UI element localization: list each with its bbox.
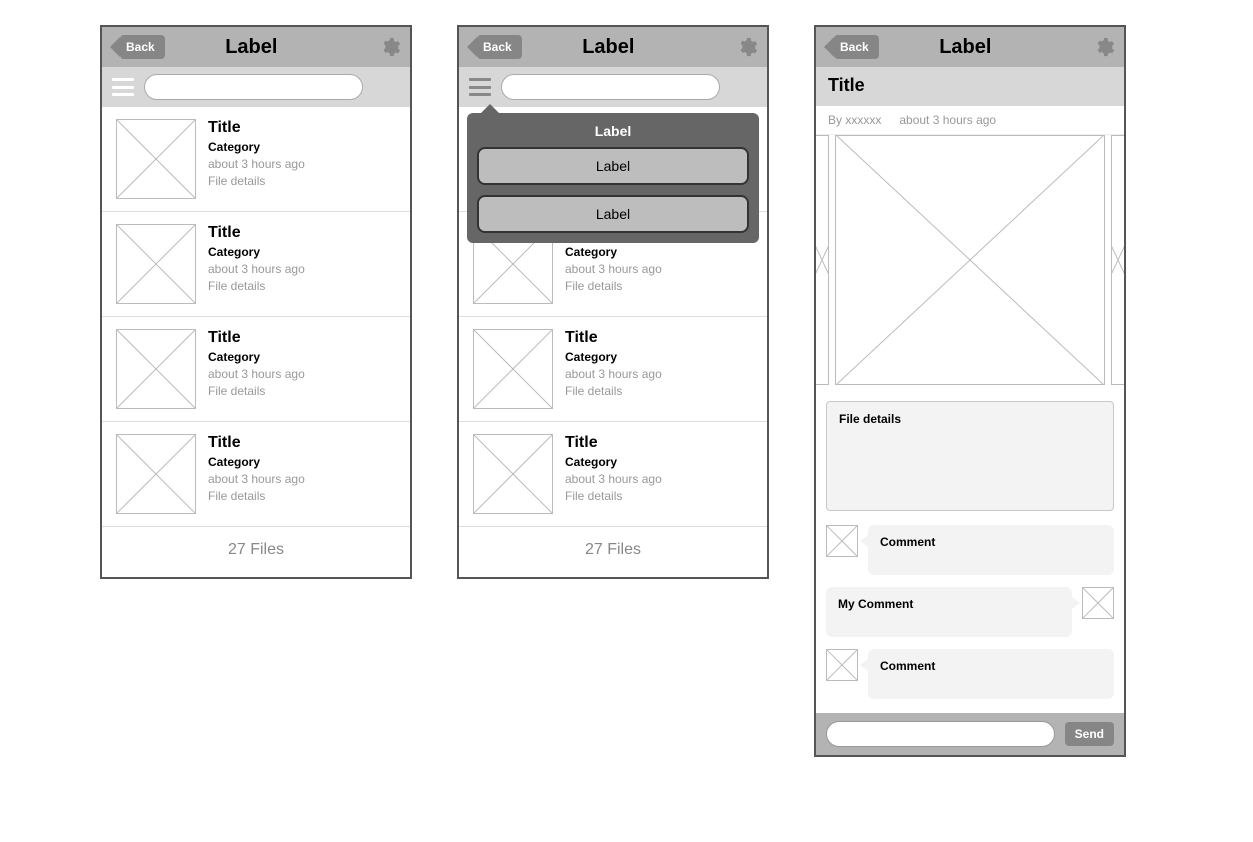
gear-icon[interactable] <box>1092 35 1116 59</box>
searchbar <box>459 67 767 107</box>
item-details: File details <box>565 279 662 293</box>
message-input[interactable] <box>826 721 1055 747</box>
item-time: about 3 hours ago <box>565 262 662 276</box>
topbar: Back Label <box>459 27 767 67</box>
item-time: about 3 hours ago <box>565 367 662 381</box>
carousel-next-peek-icon <box>1111 135 1124 385</box>
comment: Comment <box>816 521 1124 583</box>
item-category: Category <box>208 350 305 364</box>
item-details: File details <box>565 489 662 503</box>
item-time: about 3 hours ago <box>208 367 305 381</box>
avatar-icon <box>826 649 858 681</box>
search-input[interactable] <box>501 74 720 100</box>
list-item-body: Title Category about 3 hours ago File de… <box>208 224 305 304</box>
item-time: about 3 hours ago <box>208 472 305 486</box>
item-title: Title <box>565 434 662 452</box>
image-carousel[interactable] <box>816 135 1124 397</box>
comment-bubble: My Comment <box>826 587 1072 637</box>
hero-image-placeholder-icon <box>835 135 1105 385</box>
item-category: Category <box>565 350 662 364</box>
topbar: Back Label <box>102 27 410 67</box>
thumbnail-placeholder-icon <box>116 434 196 514</box>
item-title: Title <box>208 434 305 452</box>
item-title: Title <box>208 224 305 242</box>
item-details: File details <box>565 384 662 398</box>
detail-title: Title <box>816 67 1124 106</box>
frame-list-popover: Back Label Title Category about 3 hours … <box>457 25 769 579</box>
thumbnail-placeholder-icon <box>473 329 553 409</box>
file-details-box: File details <box>826 401 1114 511</box>
item-details: File details <box>208 384 305 398</box>
thumbnail-placeholder-icon <box>116 224 196 304</box>
back-button[interactable]: Back <box>120 35 165 59</box>
item-time: about 3 hours ago <box>208 157 305 171</box>
back-button[interactable]: Back <box>834 35 879 59</box>
list-item[interactable]: Title Category about 3 hours ago File de… <box>102 107 410 212</box>
list-item-body: Title Category about 3 hours ago File de… <box>208 329 305 409</box>
hamburger-icon[interactable] <box>469 78 491 96</box>
searchbar <box>102 67 410 107</box>
item-details: File details <box>208 279 305 293</box>
item-details: File details <box>208 489 305 503</box>
item-category: Category <box>208 140 305 154</box>
filter-popover: Label Label Label <box>467 113 759 243</box>
carousel-prev-peek-icon <box>816 135 829 385</box>
list-footer-count: 27 Files <box>459 527 767 577</box>
thumbnail-placeholder-icon <box>116 119 196 199</box>
popover-title: Label <box>477 123 749 139</box>
comment: Comment <box>816 645 1124 707</box>
avatar-icon <box>826 525 858 557</box>
item-details: File details <box>208 174 305 188</box>
comment-bubble: Comment <box>868 525 1114 575</box>
item-category: Category <box>565 455 662 469</box>
frame-list: Back Label Title Category about 3 hours … <box>100 25 412 579</box>
send-button[interactable]: Send <box>1065 722 1114 746</box>
search-field-wrap <box>501 74 757 100</box>
thumbnail-placeholder-icon <box>116 329 196 409</box>
list-footer-count: 27 Files <box>102 527 410 577</box>
search-input[interactable] <box>144 74 363 100</box>
item-time: about 3 hours ago <box>208 262 305 276</box>
list-item[interactable]: Title Category about 3 hours ago File de… <box>102 212 410 317</box>
item-category: Category <box>565 245 662 259</box>
list-item-body: Title Category about 3 hours ago File de… <box>208 119 305 199</box>
avatar-icon <box>1082 587 1114 619</box>
item-title: Title <box>565 329 662 347</box>
list-item-body: Title Category about 3 hours ago File de… <box>208 434 305 514</box>
list-item-body: Title Category about 3 hours ago File de… <box>565 329 662 409</box>
byline: By xxxxxx about 3 hours ago <box>816 106 1124 135</box>
message-inputbar: Send <box>816 713 1124 755</box>
gear-icon[interactable] <box>378 35 402 59</box>
frame-detail: Back Label Title By xxxxxx about 3 hours… <box>814 25 1126 757</box>
item-category: Category <box>208 455 305 469</box>
item-title: Title <box>208 329 305 347</box>
author: By xxxxxx <box>828 113 881 127</box>
file-list: Title Category about 3 hours ago File de… <box>102 107 410 527</box>
timestamp: about 3 hours ago <box>899 113 996 127</box>
comment-mine: My Comment <box>816 583 1124 645</box>
item-time: about 3 hours ago <box>565 472 662 486</box>
back-button[interactable]: Back <box>477 35 522 59</box>
search-field-wrap <box>144 74 400 100</box>
list-item[interactable]: Title Category about 3 hours ago File de… <box>459 317 767 422</box>
item-category: Category <box>208 245 305 259</box>
list-item[interactable]: Title Category about 3 hours ago File de… <box>102 317 410 422</box>
list-item[interactable]: Title Category about 3 hours ago File de… <box>459 422 767 527</box>
thumbnail-placeholder-icon <box>473 434 553 514</box>
list-item[interactable]: Title Category about 3 hours ago File de… <box>102 422 410 527</box>
popover-option[interactable]: Label <box>477 147 749 185</box>
hamburger-icon[interactable] <box>112 78 134 96</box>
popover-option[interactable]: Label <box>477 195 749 233</box>
item-title: Title <box>208 119 305 137</box>
topbar: Back Label <box>816 27 1124 67</box>
comment-bubble: Comment <box>868 649 1114 699</box>
list-item-body: Title Category about 3 hours ago File de… <box>565 434 662 514</box>
gear-icon[interactable] <box>735 35 759 59</box>
